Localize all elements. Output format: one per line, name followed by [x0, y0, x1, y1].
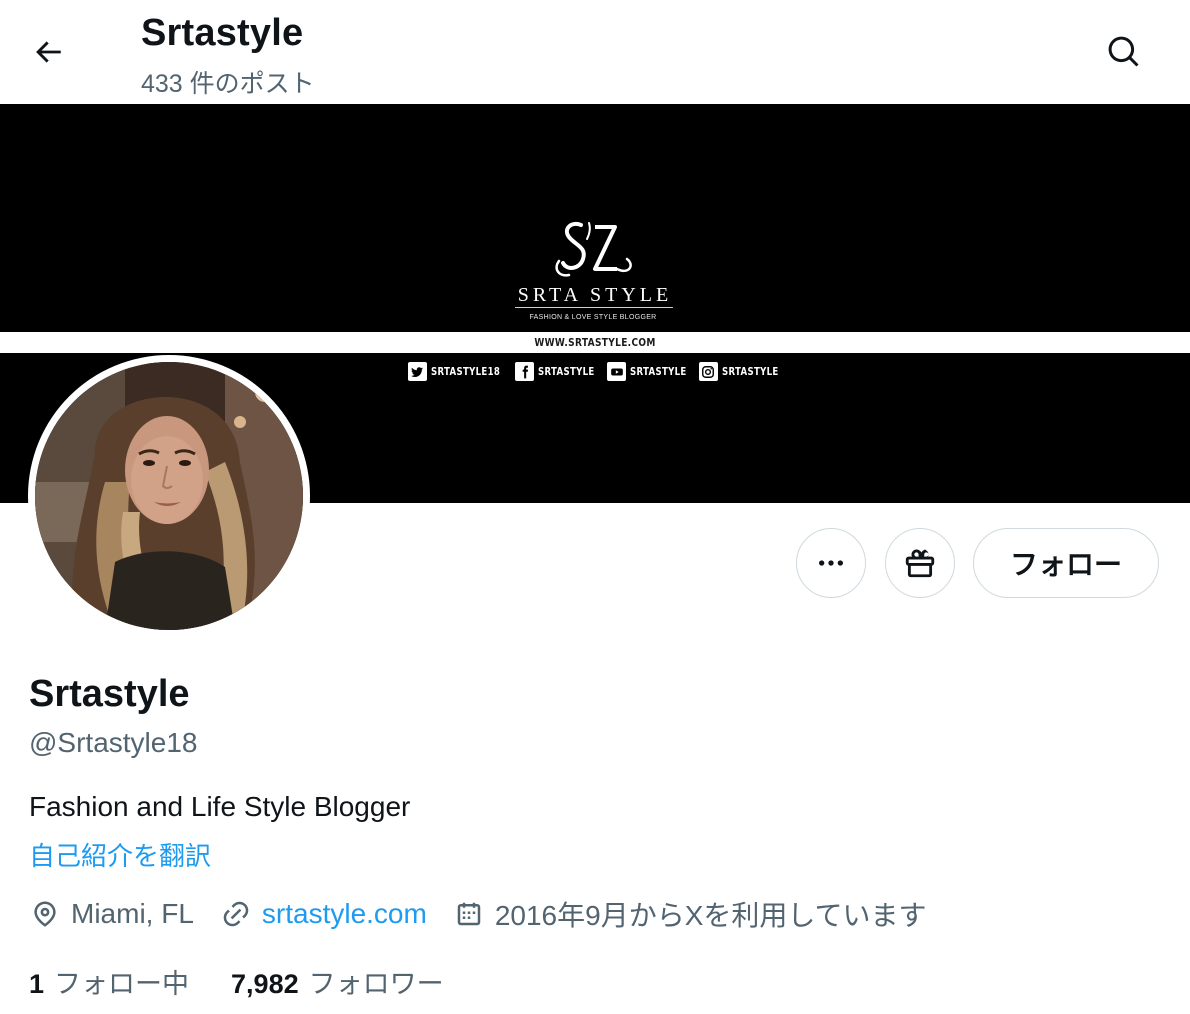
- bio: Fashion and Life Style Blogger: [29, 791, 411, 822]
- following-stat[interactable]: 1 フォロー中: [29, 962, 189, 1001]
- arrow-left-icon: [36, 41, 61, 63]
- avatar-photo: [35, 362, 303, 630]
- twitter-icon: [407, 362, 427, 381]
- header-title: Srtastyle: [141, 12, 304, 54]
- location-pin-icon: [29, 898, 61, 930]
- website[interactable]: srtastyle.com: [220, 898, 427, 930]
- banner-url: WWW.SRTASTYLE.COM: [534, 336, 656, 349]
- following-count: 1: [29, 969, 45, 999]
- post-count: 433 件のポスト: [141, 70, 315, 98]
- profile-header: Srtastyle 433 件のポスト: [0, 0, 1190, 104]
- location-text: Miami, FL: [71, 898, 194, 929]
- more-button[interactable]: [796, 528, 866, 598]
- calendar-icon: [453, 898, 485, 930]
- social-twitter: SRTASTYLE18: [407, 362, 506, 381]
- social-label: SRTASTYLE: [538, 365, 596, 378]
- location: Miami, FL: [29, 898, 194, 930]
- profile-meta: Miami, FL srtastyle.com 2016年9月からXを利用してい…: [29, 893, 953, 935]
- link-icon: [220, 898, 252, 930]
- social-instagram: SRTASTYLE: [698, 362, 781, 381]
- social-label: SRTASTYLE: [630, 365, 687, 378]
- banner-brand-text: SRTA STYLE: [517, 284, 673, 306]
- social-label: SRTASTYLE: [721, 365, 779, 378]
- banner-url-strip: WWW.SRTASTYLE.COM: [0, 332, 1190, 353]
- gift-button[interactable]: [885, 528, 955, 598]
- search-icon: [1108, 36, 1139, 67]
- more-horizontal-icon: [819, 560, 843, 566]
- banner-tagline: FASHION & LOVE STYLE BLOGGER: [529, 314, 657, 321]
- join-date-text: 2016年9月からXを利用しています: [494, 900, 927, 931]
- gift-icon: [905, 549, 935, 578]
- instagram-icon: [698, 362, 718, 381]
- social-youtube: SRTASTYLE: [607, 362, 689, 381]
- following-label: フォロー中: [54, 969, 190, 999]
- followers-count: 7,982: [231, 969, 299, 999]
- back-button[interactable]: [18, 22, 78, 82]
- user-handle: @Srtastyle18: [29, 727, 198, 758]
- followers-label: フォロワー: [308, 969, 444, 999]
- banner-divider: [515, 307, 673, 308]
- follow-button[interactable]: フォロー: [973, 528, 1159, 598]
- translate-bio-link[interactable]: 自己紹介を翻訳: [29, 836, 211, 873]
- join-date: 2016年9月からXを利用しています: [453, 894, 927, 934]
- social-label: SRTASTYLE18: [430, 365, 500, 378]
- srta-style-logo: [555, 222, 632, 277]
- display-name: Srtastyle: [29, 673, 190, 715]
- facebook-icon: [515, 362, 535, 381]
- followers-stat[interactable]: 7,982 フォロワー: [231, 962, 444, 1001]
- avatar[interactable]: [28, 355, 310, 637]
- website-link[interactable]: srtastyle.com: [262, 898, 427, 930]
- social-facebook: SRTASTYLE: [515, 362, 597, 381]
- search-button[interactable]: [1094, 22, 1154, 82]
- youtube-icon: [607, 362, 627, 381]
- follow-stats: 1 フォロー中 7,982 フォロワー: [29, 962, 486, 1001]
